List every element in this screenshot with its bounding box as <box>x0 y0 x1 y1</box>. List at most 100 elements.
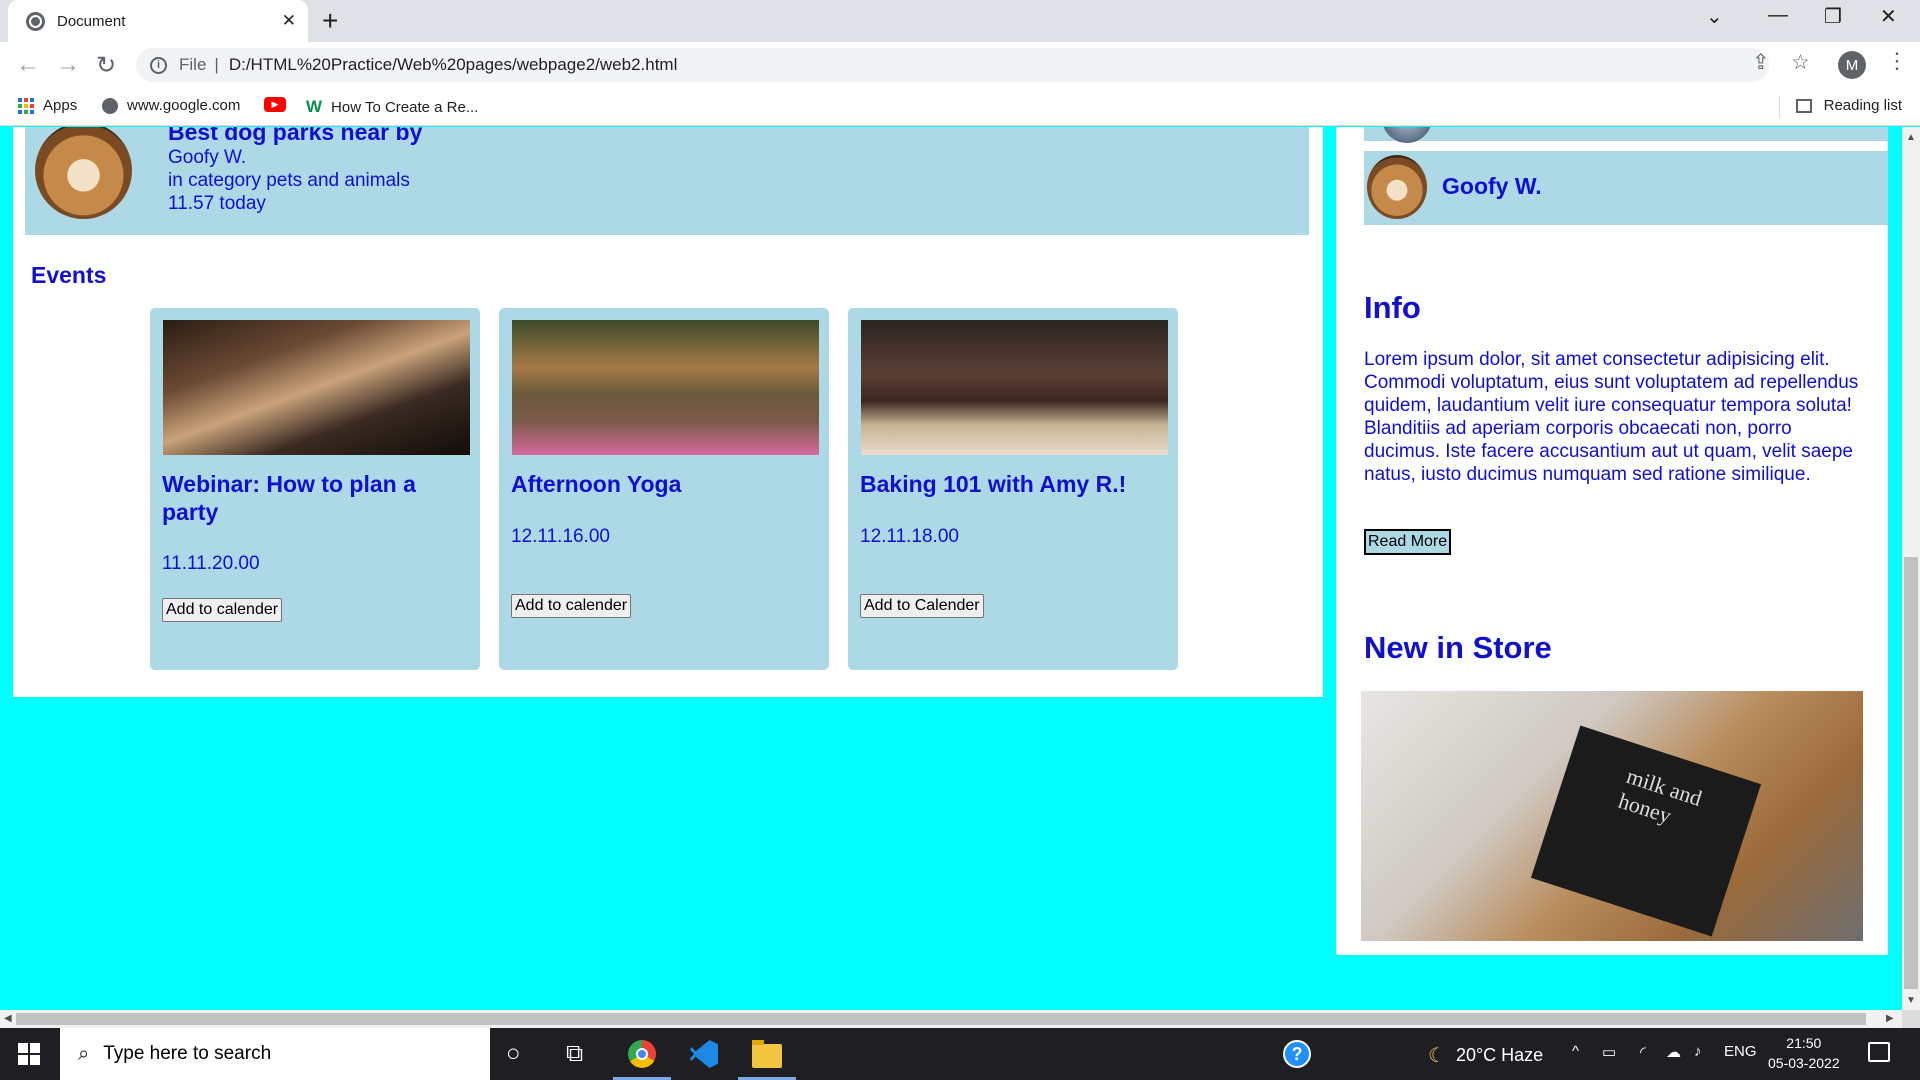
clock-date: 05-03-2022 <box>1768 1055 1840 1071</box>
bookmark-apps[interactable]: Apps <box>18 97 77 114</box>
post-card: Best dog parks near by Goofy W. in categ… <box>25 127 1309 235</box>
battery-icon[interactable]: ▭ <box>1602 1043 1616 1061</box>
scroll-up-arrow-icon[interactable]: ▲ <box>1906 132 1916 143</box>
tab-strip: Document ✕ + ⌄ — ❐ ✕ <box>0 0 1920 42</box>
task-view-icon[interactable]: ⧉ <box>566 1040 583 1068</box>
moon-icon: ☾ <box>1428 1045 1446 1067</box>
event-title[interactable]: Baking 101 with Amy R.! <box>860 470 1160 498</box>
main-column: Best dog parks near by Goofy W. in categ… <box>13 127 1323 697</box>
dog-avatar <box>1367 155 1427 219</box>
sidebar-user-card[interactable]: Goofy W. <box>1364 151 1888 225</box>
bookmark-google[interactable]: www.google.com <box>102 97 240 114</box>
reading-list-label: Reading list <box>1823 97 1902 114</box>
scroll-right-arrow-icon[interactable]: ▶ <box>1886 1013 1894 1024</box>
add-to-calendar-button[interactable]: Add to calender <box>511 594 632 618</box>
vertical-scroll-thumb[interactable] <box>1904 557 1918 989</box>
scroll-left-arrow-icon[interactable]: ◀ <box>4 1013 12 1024</box>
taskbar-search[interactable]: ⌕ Type here to search <box>60 1028 490 1080</box>
bookmark-label: How To Create a Re... <box>331 98 479 116</box>
post-title[interactable]: Best dog parks near by <box>168 127 422 146</box>
read-more-button[interactable]: Read More <box>1364 529 1452 555</box>
globe-icon <box>26 11 45 31</box>
reload-button[interactable]: ↻ <box>96 51 116 80</box>
store-heading: New in Store <box>1364 630 1552 665</box>
post-category: in category pets and animals <box>168 170 410 191</box>
info-icon[interactable]: i <box>150 56 167 74</box>
store-product-photo[interactable]: milk and honey <box>1361 691 1863 941</box>
address-scheme: File <box>179 55 207 74</box>
youtube-icon: ▶ <box>264 97 286 112</box>
bookmark-how-to[interactable]: W How To Create a Re... <box>306 97 478 117</box>
w-icon: W <box>306 97 323 116</box>
event-date: 11.11.20.00 <box>162 553 260 574</box>
post-time: 11.57 today <box>168 193 266 214</box>
event-date: 12.11.18.00 <box>860 526 959 547</box>
clock[interactable]: 21:50 05-03-2022 <box>1768 1033 1840 1073</box>
event-date: 12.11.16.00 <box>511 526 610 547</box>
browser-toolbar: ← → ↻ i File | D:/HTML%20Practice/Web%20… <box>0 42 1920 88</box>
event-title[interactable]: Afternoon Yoga <box>511 470 811 498</box>
language-indicator[interactable]: ENG <box>1724 1043 1757 1060</box>
event-card: Baking 101 with Amy R.! 12.11.18.00 Add … <box>848 308 1178 670</box>
address-bar[interactable]: i File | D:/HTML%20Practice/Web%20pages/… <box>136 48 1769 82</box>
share-icon[interactable]: ⇪ <box>1752 50 1770 75</box>
bookmark-youtube[interactable]: ▶ <box>264 97 286 112</box>
browser-tab[interactable]: Document ✕ <box>8 0 308 42</box>
apps-icon <box>18 97 34 114</box>
window-close-button[interactable]: ✕ <box>1880 4 1897 29</box>
tab-search-icon[interactable]: ⌄ <box>1706 4 1723 29</box>
help-icon[interactable]: ? <box>1283 1040 1311 1068</box>
scroll-down-arrow-icon[interactable]: ▼ <box>1906 995 1916 1006</box>
yoga-photo <box>512 320 819 455</box>
user-avatar <box>1382 127 1432 143</box>
volume-icon[interactable]: ♪ <box>1694 1043 1702 1060</box>
bookmark-star-icon[interactable]: ☆ <box>1791 50 1810 75</box>
profile-avatar[interactable]: M <box>1838 51 1866 79</box>
reading-list-button[interactable]: Reading list <box>1795 97 1902 114</box>
bookmarks-divider <box>1779 96 1780 118</box>
sidebar: Goofy W. Info Lorem ipsum dolor, sit ame… <box>1336 127 1888 955</box>
forward-button[interactable]: → <box>56 51 80 79</box>
sidebar-user-name: Goofy W. <box>1442 173 1542 199</box>
notifications-icon[interactable] <box>1868 1042 1890 1062</box>
bookmarks-bar: Apps www.google.com ▶ W How To Create a … <box>0 88 1920 126</box>
horizontal-scroll-thumb[interactable] <box>16 1013 1866 1025</box>
network-icon[interactable]: ◜ <box>1640 1043 1646 1061</box>
close-icon[interactable]: ✕ <box>282 11 296 31</box>
sidebar-user-card <box>1364 127 1888 144</box>
cortana-icon[interactable]: ○ <box>506 1040 521 1068</box>
search-icon: ⌕ <box>78 1042 90 1065</box>
back-button[interactable]: ← <box>16 51 40 79</box>
chevron-up-icon[interactable]: ^ <box>1572 1043 1579 1060</box>
weather-widget[interactable]: ☾ 20°C Haze <box>1428 1043 1543 1068</box>
page-viewport: Best dog parks near by Goofy W. in categ… <box>0 127 1902 1010</box>
add-to-calendar-button[interactable]: Add to calender <box>162 598 283 622</box>
party-photo <box>163 320 470 455</box>
bookmark-label: Apps <box>43 97 78 114</box>
file-explorer-icon[interactable] <box>752 1040 782 1068</box>
reading-list-icon <box>1795 98 1812 113</box>
info-paragraph: Lorem ipsum dolor, sit amet consectetur … <box>1364 349 1859 485</box>
address-separator: | <box>214 55 219 74</box>
horizontal-scrollbar[interactable]: ◀ ▶ <box>0 1010 1902 1028</box>
dog-avatar <box>35 127 132 219</box>
minimize-button[interactable]: — <box>1768 4 1788 27</box>
vertical-scrollbar[interactable]: ▲ ▼ <box>1902 127 1920 1010</box>
weather-text: 20°C Haze <box>1455 1045 1544 1065</box>
vscode-icon[interactable] <box>690 1040 718 1068</box>
restore-button[interactable]: ❐ <box>1824 4 1842 29</box>
book-cover-text: milk and honey <box>1615 763 1706 829</box>
book-image: milk and honey <box>1530 725 1762 937</box>
menu-icon[interactable]: ⋮ <box>1886 48 1908 74</box>
event-title[interactable]: Webinar: How to plan a party <box>162 470 462 526</box>
windows-start-icon[interactable] <box>18 1043 40 1065</box>
address-url: D:/HTML%20Practice/Web%20pages/webpage2/… <box>228 55 678 74</box>
cloud-icon[interactable]: ☁ <box>1666 1043 1681 1061</box>
event-card: Webinar: How to plan a party 11.11.20.00… <box>150 308 480 670</box>
add-to-calendar-button[interactable]: Add to Calender <box>860 594 984 618</box>
chrome-icon[interactable] <box>628 1040 656 1068</box>
bookmark-label: www.google.com <box>127 97 241 114</box>
scrollbar-corner <box>1902 1010 1920 1028</box>
globe-icon <box>102 97 118 114</box>
new-tab-button[interactable]: + <box>322 6 338 36</box>
